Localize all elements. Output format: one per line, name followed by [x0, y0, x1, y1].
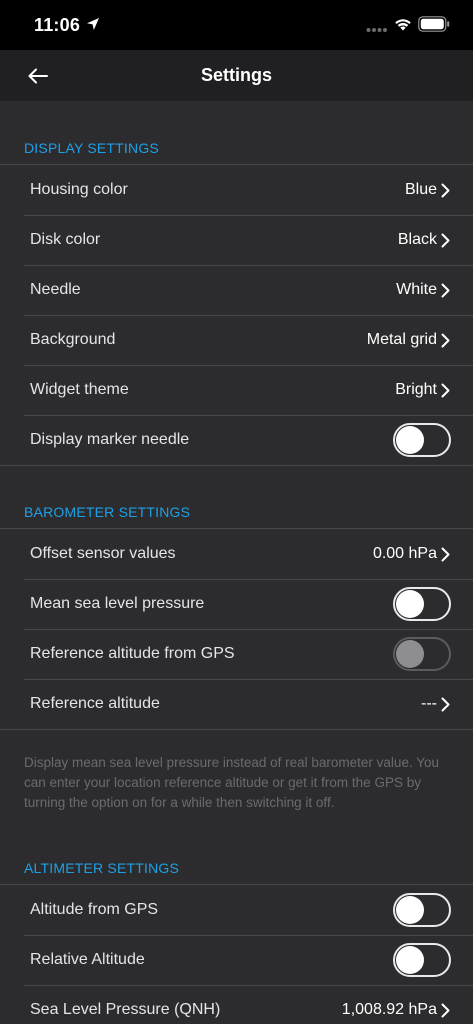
reference-altitude-row[interactable]: Reference altitude --- [0, 679, 473, 729]
row-value: 1,008.92 hPa [341, 1001, 437, 1018]
battery-icon [418, 16, 450, 32]
chevron-right-icon [441, 283, 450, 298]
needle-row[interactable]: Needle White [0, 265, 473, 315]
toggle-knob [396, 640, 424, 668]
row-value: Metal grid [366, 331, 437, 348]
row-value: White [396, 281, 437, 298]
section-header-altimeter-settings: ALTIMETER SETTINGS [24, 860, 180, 876]
mean-sea-level-pressure-row: Mean sea level pressure [0, 579, 473, 629]
toggle-knob [396, 896, 424, 924]
display-marker-needle-row: Display marker needle [0, 415, 473, 465]
row-label: Background [30, 331, 116, 348]
row-label: Reference altitude from GPS [30, 645, 235, 662]
row-label: Widget theme [30, 381, 129, 398]
toggle-knob [396, 426, 424, 454]
section-header-barometer-settings: BAROMETER SETTINGS [24, 504, 191, 520]
relative-altitude-toggle[interactable] [393, 943, 451, 977]
reference-altitude-from-gps-row: Reference altitude from GPS [0, 629, 473, 679]
chevron-right-icon [441, 183, 450, 198]
chevron-right-icon [441, 547, 450, 562]
widget-theme-row[interactable]: Widget theme Bright [0, 365, 473, 415]
row-value: Blue [404, 181, 437, 198]
sea-level-pressure-row[interactable]: Sea Level Pressure (QNH) 1,008.92 hPa [0, 985, 473, 1024]
page-title: Settings [200, 65, 272, 85]
wifi-icon [395, 19, 411, 31]
status-bar: 11:06 [0, 0, 473, 50]
row-label: Sea Level Pressure (QNH) [30, 1001, 221, 1018]
display-settings-group: Housing color Blue Disk color Black Need… [0, 164, 473, 466]
row-label: Needle [30, 281, 81, 298]
chevron-right-icon [441, 233, 450, 248]
row-value: --- [421, 695, 437, 712]
housing-color-row[interactable]: Housing color Blue [0, 165, 473, 215]
toggle-knob [396, 590, 424, 618]
signal-dots-icon [366, 28, 387, 32]
barometer-settings-group: Offset sensor values 0.00 hPa Mean sea l… [0, 528, 473, 730]
display-marker-needle-toggle[interactable] [393, 423, 451, 457]
toggle-knob [396, 946, 424, 974]
row-value: 0.00 hPa [372, 545, 437, 562]
altitude-from-gps-row: Altitude from GPS [0, 885, 473, 935]
location-arrow-icon [87, 18, 99, 30]
row-value: Bright [395, 381, 437, 398]
disk-color-row[interactable]: Disk color Black [0, 215, 473, 265]
section-header-display-settings: DISPLAY SETTINGS [24, 140, 159, 156]
chevron-right-icon [441, 333, 450, 348]
row-label: Housing color [30, 181, 128, 198]
chevron-right-icon [441, 1003, 450, 1018]
row-label: Mean sea level pressure [30, 595, 205, 612]
navigation-bar: Settings [0, 50, 473, 101]
altitude-from-gps-toggle[interactable] [393, 893, 451, 927]
altimeter-settings-group: Altitude from GPS Relative Altitude Sea … [0, 884, 473, 1024]
row-label: Altitude from GPS [30, 901, 159, 918]
background-row[interactable]: Background Metal grid [0, 315, 473, 365]
mean-sea-level-pressure-toggle[interactable] [393, 587, 451, 621]
status-time: 11:06 [34, 15, 81, 35]
chevron-right-icon [441, 697, 450, 712]
row-label: Offset sensor values [30, 545, 176, 562]
row-label: Reference altitude [30, 695, 160, 712]
reference-altitude-from-gps-toggle[interactable] [393, 637, 451, 671]
row-value: Black [397, 231, 437, 248]
row-label: Display marker needle [30, 431, 190, 448]
relative-altitude-row: Relative Altitude [0, 935, 473, 985]
row-label: Relative Altitude [30, 951, 145, 968]
barometer-footnote: Display mean sea level pressure instead … [24, 755, 439, 810]
chevron-right-icon [441, 383, 450, 398]
offset-sensor-values-row[interactable]: Offset sensor values 0.00 hPa [0, 529, 473, 579]
row-label: Disk color [30, 231, 101, 248]
